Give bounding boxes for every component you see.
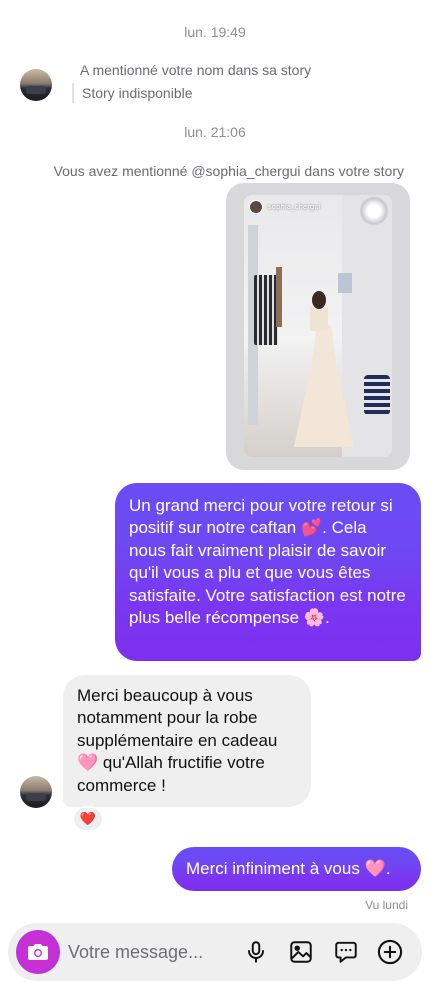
avatar[interactable]	[20, 776, 52, 808]
story-username: sophia_chergui	[249, 200, 321, 214]
timestamp: lun. 19:49	[184, 24, 246, 40]
message-composer	[8, 923, 422, 981]
outgoing-message[interactable]: Merci infiniment à vous 🩷.	[172, 847, 421, 891]
microphone-button[interactable]	[241, 937, 271, 967]
add-icon	[377, 939, 403, 965]
camera-icon	[28, 944, 48, 960]
sticker-icon	[335, 941, 357, 963]
microphone-icon	[247, 941, 265, 963]
incoming-message[interactable]: Merci beaucoup à vous notamment pour la …	[63, 675, 311, 807]
sticker-button[interactable]	[331, 937, 361, 967]
story-avatar	[249, 200, 263, 214]
gallery-button[interactable]	[286, 937, 316, 967]
story-unavailable-label: Story indisponible	[72, 83, 193, 103]
message-input[interactable]	[68, 939, 228, 965]
seen-status: Vu lundi	[365, 898, 408, 912]
avatar[interactable]	[20, 69, 52, 101]
add-button[interactable]	[375, 937, 405, 967]
story-image[interactable]	[244, 195, 392, 457]
gallery-icon	[290, 941, 312, 963]
heart-reaction[interactable]: ❤️	[72, 806, 104, 832]
timestamp: lun. 21:06	[184, 124, 246, 140]
outgoing-message[interactable]: Un grand merci pour votre retour si posi…	[115, 483, 421, 661]
camera-button[interactable]	[16, 930, 60, 974]
reaction-emoji: ❤️	[79, 811, 97, 826]
story-username-label: sophia_chergui	[268, 203, 321, 211]
story-mention-notice-outgoing: Vous avez mentionné @sophia_chergui dans…	[53, 163, 404, 179]
story-mention-notice: A mentionné votre nom dans sa story	[80, 62, 312, 78]
